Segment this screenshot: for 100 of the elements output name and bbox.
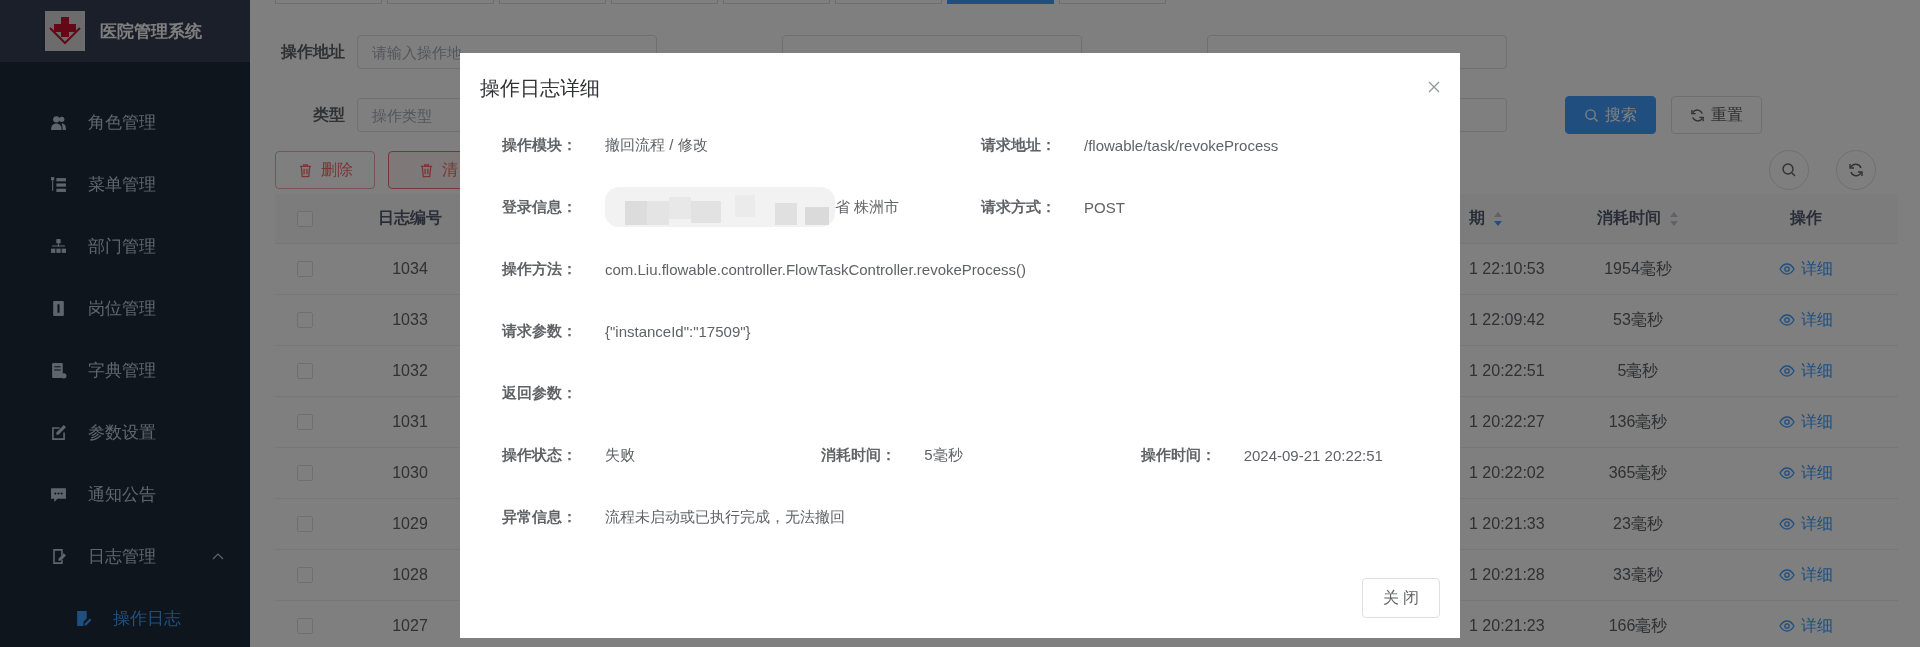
table-cell-text: 1 20:22:27 <box>1468 413 1546 431</box>
table-cell-text: 1032 <box>391 362 429 380</box>
detail-link[interactable]: 详细 <box>1778 309 1833 331</box>
table-cell-text: 1 20:22:51 <box>1468 362 1546 380</box>
detail-link[interactable]: 详细 <box>1778 462 1833 484</box>
search-button[interactable] <box>1769 150 1809 190</box>
table-cell-text: 1030 <box>391 464 429 482</box>
detail-link[interactable]: 详细 <box>1778 564 1833 586</box>
eye-icon <box>1778 467 1795 479</box>
table-cell-text: 5毫秒 <box>1616 360 1660 381</box>
notebook-icon <box>50 547 67 565</box>
field-label: 操作地址 <box>279 41 346 62</box>
field-label: 操作方法： <box>502 259 578 279</box>
field-value: 2024-09-21 20:22:51 <box>1243 446 1383 464</box>
field-label: 请求地址： <box>981 135 1057 155</box>
detail-link[interactable]: 详细 <box>1778 360 1833 382</box>
field-value: 撤回流程 / 修改 <box>605 135 708 155</box>
detail-link[interactable]: 详细 <box>1778 258 1833 280</box>
table-cell-text: 1034 <box>391 260 429 278</box>
reset-button[interactable]: 重置 <box>1671 96 1762 134</box>
field-value: 5毫秒 <box>924 445 963 465</box>
table-cell-text: 23毫秒 <box>1612 513 1664 534</box>
trash-icon <box>297 162 313 178</box>
field-label: 返回参数： <box>502 383 578 403</box>
field-label: 异常信息： <box>502 507 578 527</box>
table-cell-text: 1033 <box>391 311 429 329</box>
table-cell-text: 53毫秒 <box>1612 309 1664 330</box>
column-header: 期 <box>1469 208 1485 228</box>
table-cell-text: 1 20:22:02 <box>1468 464 1546 482</box>
trash-icon <box>418 162 434 178</box>
detail-link[interactable]: 详细 <box>1778 411 1833 433</box>
eye-icon <box>1778 518 1795 530</box>
refresh-button[interactable] <box>1836 150 1876 190</box>
table-cell-text: 365毫秒 <box>1607 462 1669 483</box>
menu-item[interactable]: 角色管理 <box>0 91 250 153</box>
menu-item[interactable]: 菜单管理 <box>0 153 250 215</box>
eye-icon <box>1778 569 1795 581</box>
field-value: 失败 <box>605 445 635 465</box>
detail-link[interactable]: 详细 <box>1778 513 1833 535</box>
menu-item[interactable]: 参数设置 <box>0 401 250 463</box>
table-cell-text: 1028 <box>391 566 429 584</box>
detail-link[interactable]: 详细 <box>1778 615 1833 637</box>
eye-icon <box>1778 365 1795 377</box>
eye-icon <box>1778 416 1795 428</box>
field-value: 流程未启动或已执行完成，无法撤回 <box>605 507 845 527</box>
field-label: 消耗时间： <box>821 445 898 465</box>
table-cell-text: 1 20:21:33 <box>1468 515 1546 533</box>
close-button[interactable]: 关 闭 <box>1362 578 1440 618</box>
column-header: 操作 <box>1788 208 1823 228</box>
table-cell-text: 136毫秒 <box>1607 411 1669 432</box>
menu-item[interactable]: 通知公告 <box>0 463 250 525</box>
field-value: com.Liu.flowable.controller.FlowTaskController.revokeProcess() <box>605 260 1026 278</box>
table-cell-text: 1 22:10:53 <box>1468 260 1546 278</box>
field-value: {"instanceId":"17509"} <box>605 322 751 340</box>
menu-item[interactable]: 字典管理 <box>0 339 250 401</box>
menu-item[interactable]: 日志管理 <box>0 525 250 587</box>
table-cell-text: 1954毫秒 <box>1603 258 1673 279</box>
search-icon <box>1781 162 1797 178</box>
column-header: 日志编号 <box>377 208 443 228</box>
eye-icon <box>1778 620 1795 632</box>
logo-icon <box>45 11 85 51</box>
field-value: POST <box>1084 198 1125 216</box>
table-cell-text: 1 20:21:23 <box>1468 617 1546 635</box>
list-icon <box>50 175 67 193</box>
badge-icon <box>50 299 67 317</box>
close-icon[interactable] <box>1428 81 1440 93</box>
app-title: 医院管理系统 <box>100 20 202 43</box>
eye-icon <box>1778 263 1795 275</box>
field-label: 请求参数： <box>502 321 578 341</box>
document-edit-icon <box>75 609 92 627</box>
book-icon <box>50 361 67 379</box>
eye-icon <box>1778 314 1795 326</box>
dialog-title: 操作日志详细 <box>480 76 600 101</box>
table-cell-text: 1031 <box>391 413 429 431</box>
submenu-item[interactable]: 操作日志 <box>0 587 250 647</box>
sort-icon[interactable] <box>1493 210 1503 227</box>
search-button[interactable]: 搜索 <box>1565 96 1656 134</box>
sort-icon[interactable] <box>1669 210 1679 227</box>
refresh-icon <box>1848 162 1864 178</box>
field-label: 操作状态： <box>502 445 578 465</box>
field-value: /flowable/task/revokeProcess <box>1084 136 1279 154</box>
table-cell-text: 166毫秒 <box>1607 615 1669 636</box>
field-label: 操作时间： <box>1140 445 1217 465</box>
table-cell-text: 1027 <box>391 617 429 635</box>
field-label: 请求方式： <box>981 197 1057 217</box>
field-label: 登录信息： <box>502 197 578 217</box>
field-value: 省 株洲市 <box>835 197 900 217</box>
page-tab[interactable] <box>947 0 1054 4</box>
chat-icon <box>50 485 67 503</box>
search-icon <box>1584 107 1599 123</box>
table-cell-text: 1 22:09:42 <box>1468 311 1546 329</box>
table-cell-text: 1 20:21:28 <box>1468 566 1546 584</box>
field-label: 类型 <box>312 104 346 125</box>
table-cell-text: 33毫秒 <box>1612 564 1664 585</box>
people-icon <box>50 113 67 131</box>
menu-item[interactable]: 岗位管理 <box>0 277 250 339</box>
column-header: 消耗时间 <box>1597 208 1661 228</box>
menu-item[interactable]: 部门管理 <box>0 215 250 277</box>
table-cell-text: 1029 <box>391 515 429 533</box>
field-label: 操作模块： <box>502 135 578 155</box>
